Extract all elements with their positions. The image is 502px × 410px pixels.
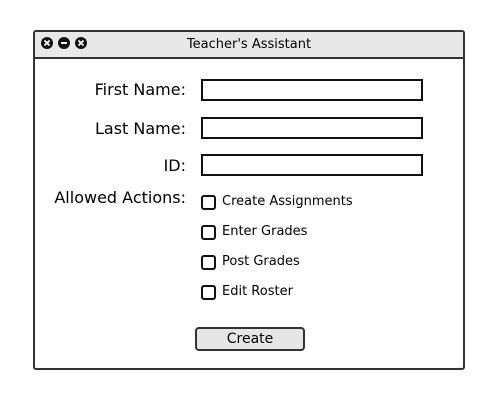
enter-grades-label: Enter Grades [222,224,308,239]
create-button[interactable]: Create [195,327,305,351]
title-bar: Teacher's Assistant [35,32,463,59]
id-field[interactable] [201,154,423,176]
checkbox-row-post-grades[interactable]: Post Grades [201,253,300,271]
allowed-actions-label: Allowed Actions: [54,188,186,207]
create-assignments-checkbox[interactable] [201,194,216,210]
id-label: ID: [163,156,186,175]
post-grades-checkbox[interactable] [201,254,216,270]
last-name-field[interactable] [201,117,423,139]
edit-roster-checkbox[interactable] [201,284,216,300]
create-assignments-label: Create Assignments [222,194,353,209]
last-name-label: Last Name: [94,119,186,138]
first-name-field[interactable] [201,79,423,101]
app-window: Teacher's Assistant First Name: Last Nam… [33,30,465,370]
checkbox-row-edit-roster[interactable]: Edit Roster [201,283,293,301]
first-name-label: First Name: [94,80,186,99]
window-title: Teacher's Assistant [186,37,312,52]
enter-grades-checkbox[interactable] [201,224,216,240]
checkbox-row-enter-grades[interactable]: Enter Grades [201,223,307,241]
post-grades-label: Post Grades [222,254,300,269]
edit-roster-label: Edit Roster [222,284,293,299]
checkbox-row-create-assignments[interactable]: Create Assignments [201,193,353,211]
